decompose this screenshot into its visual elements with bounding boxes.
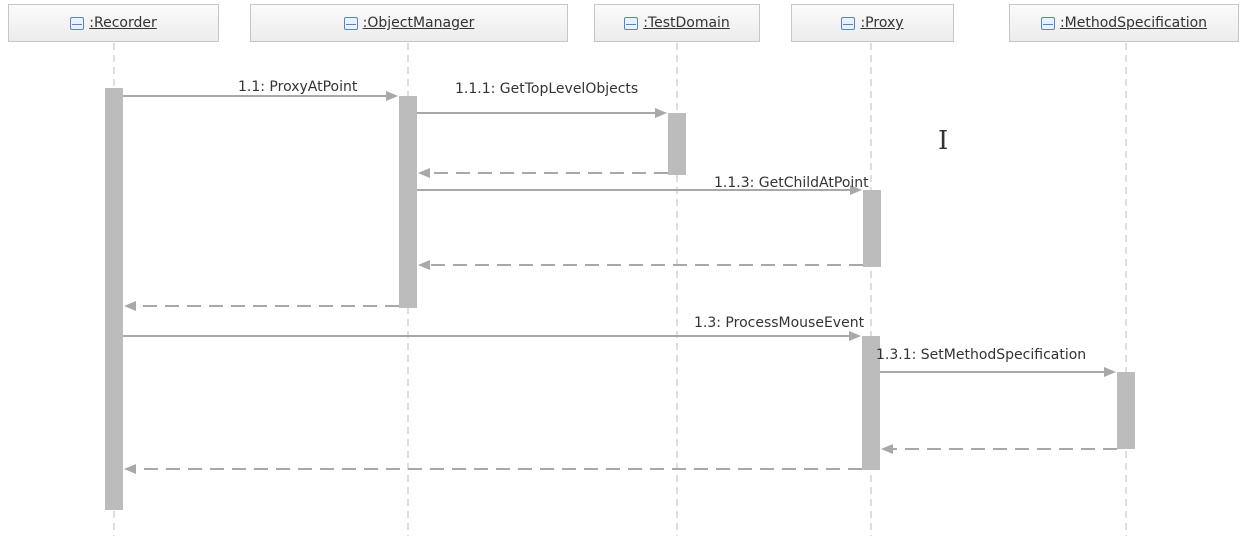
call-message-arrowhead [849,331,861,341]
message-label: 1.3: ProcessMouseEvent [694,315,865,331]
lifeline-header-methodspecification[interactable]: :MethodSpecification [1009,4,1239,42]
text-cursor-icon: I [938,126,949,156]
return-message-arrowhead [881,444,893,454]
call-message-arrowhead [1104,367,1116,377]
activation-bar-recorder [105,88,123,510]
lifeline-name: :TestDomain [643,15,730,31]
activation-bar-testdomain [668,113,686,175]
return-message-arrowhead [418,260,430,270]
object-icon [70,16,85,30]
object-icon [841,16,856,30]
activation-bar-proxy [863,190,881,267]
message-label: 1.3.1: SetMethodSpecification [876,347,1087,363]
lifeline-header-testdomain[interactable]: :TestDomain [594,4,760,42]
call-message-arrowhead [386,91,398,101]
lifeline-header-proxy[interactable]: :Proxy [791,4,954,42]
lifeline-name: :Recorder [89,15,157,31]
lifeline-name: :MethodSpecification [1059,15,1208,31]
return-message-arrowhead [418,168,430,178]
call-message-arrowhead [655,108,667,118]
activation-bar-objectmanager [399,96,417,308]
message-label: 1.1.1: GetTopLevelObjects [455,81,639,97]
return-message-arrowhead [124,464,136,474]
lifeline-name: :Proxy [860,15,904,31]
activation-bar-methodspecification [1117,372,1135,449]
return-message-arrowhead [124,301,136,311]
object-icon [1040,16,1055,30]
lifeline-header-objectmanager[interactable]: :ObjectManager [250,4,568,42]
lifeline-header-recorder[interactable]: :Recorder [8,4,219,42]
lifeline-name: :ObjectManager [362,15,475,31]
message-label: 1.1: ProxyAtPoint [238,79,358,95]
message-label: 1.1.3: GetChildAtPoint [714,175,869,191]
object-icon [343,16,358,30]
object-icon [624,16,639,30]
